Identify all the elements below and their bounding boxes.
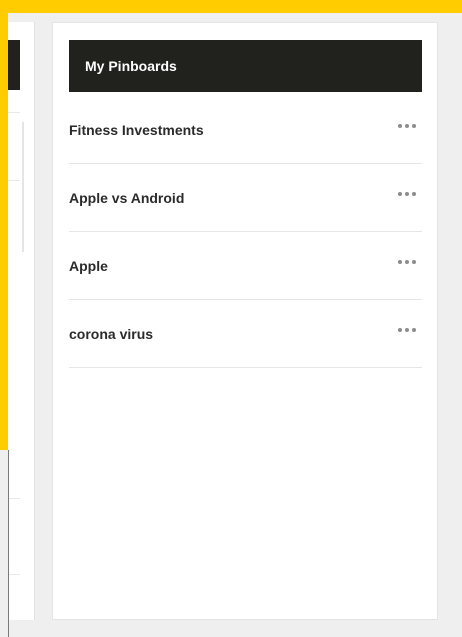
brand-banner-left [0, 0, 8, 450]
pinboard-item[interactable]: Apple vs Android [69, 164, 422, 232]
background-panel [8, 22, 35, 620]
pinboard-item[interactable]: Apple [69, 232, 422, 300]
more-horizontal-icon[interactable] [398, 324, 416, 336]
pinboard-list: Fitness Investments Apple vs Android App… [69, 96, 422, 368]
pinboards-panel: My Pinboards Fitness Investments Apple v… [52, 22, 438, 620]
background-row-divider [8, 112, 20, 113]
pinboard-item[interactable]: Fitness Investments [69, 96, 422, 164]
background-row-divider [8, 574, 20, 575]
background-panel-header [8, 40, 20, 90]
pinboards-header: My Pinboards [69, 40, 422, 92]
pinboard-item-label[interactable]: corona virus [69, 326, 153, 342]
pinboards-title: My Pinboards [85, 58, 177, 74]
more-horizontal-icon[interactable] [398, 120, 416, 132]
background-row-divider [8, 498, 20, 499]
background-row-divider [8, 180, 20, 181]
pinboard-item-label[interactable]: Apple [69, 258, 108, 274]
brand-banner-top [0, 0, 462, 13]
pinboard-item-label[interactable]: Fitness Investments [69, 122, 204, 138]
more-horizontal-icon[interactable] [398, 188, 416, 200]
background-scrollbar[interactable] [22, 122, 24, 252]
more-horizontal-icon[interactable] [398, 256, 416, 268]
pinboard-item-label[interactable]: Apple vs Android [69, 190, 184, 206]
panel-edge [8, 450, 9, 637]
pinboard-item[interactable]: corona virus [69, 300, 422, 368]
